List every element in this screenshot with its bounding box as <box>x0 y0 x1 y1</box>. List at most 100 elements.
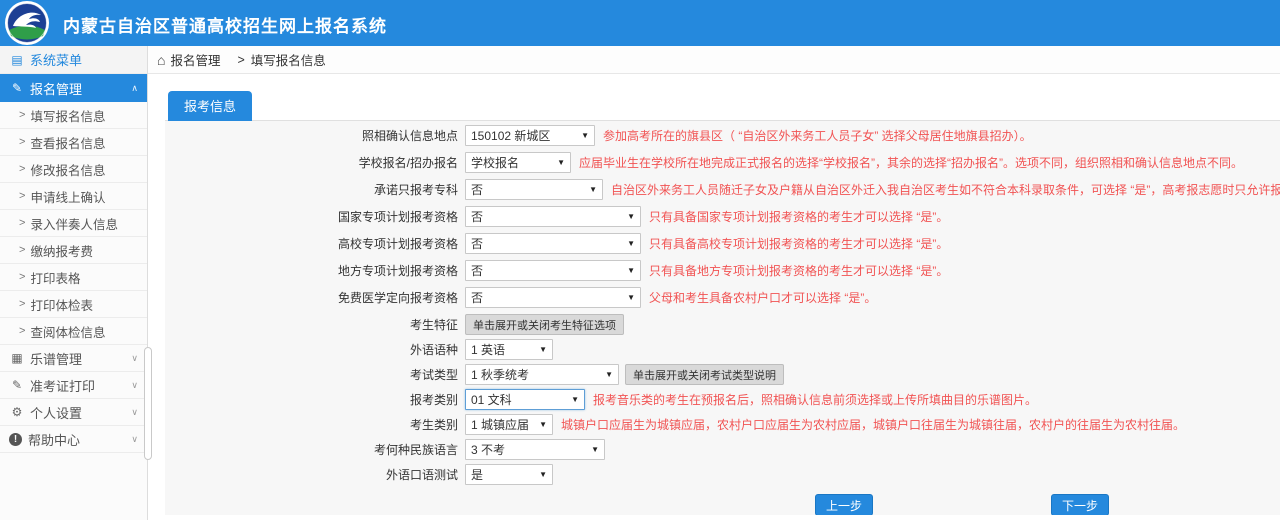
dropdown-arrow-icon: ▼ <box>533 470 547 479</box>
submenu-label: 修改报名信息 <box>30 160 105 179</box>
breadcrumb-root[interactable]: 报名管理 <box>170 50 220 69</box>
menu-title-label: 系统菜单 <box>30 50 82 69</box>
dropdown-arrow-icon: ▼ <box>583 185 597 194</box>
field-label: 学校报名/招办报名 <box>165 154 465 171</box>
free-medical-directed-select[interactable]: 否 ▼ <box>465 287 641 308</box>
sidebar-item-online-confirm[interactable]: > 申请线上确认 <box>0 183 147 210</box>
form-row: 考生类别 1 城镇应届 ▼ 城镇户口应届生为城镇应届，农村户口应届生为农村应届，… <box>165 414 1280 435</box>
oral-test-select[interactable]: 是 ▼ <box>465 464 553 485</box>
group-label: 个人设置 <box>30 403 82 422</box>
foreign-language-select[interactable]: 1 英语 ▼ <box>465 339 553 360</box>
sidebar-group-help-center[interactable]: ! 帮助中心 ∨ <box>0 426 147 453</box>
sidebar-item-view-physical-info[interactable]: > 查阅体检信息 <box>0 318 147 345</box>
field-label: 考生特征 <box>165 316 465 333</box>
field-label: 外语语种 <box>165 341 465 358</box>
form-row: 高校专项计划报考资格 否 ▼ 只有具备高校专项计划报考资格的考生才可以选择 “是… <box>165 233 1280 254</box>
field-label: 国家专项计划报考资格 <box>165 208 465 225</box>
submenu-label: 申请线上确认 <box>30 187 105 206</box>
junior-college-only-select[interactable]: 否 ▼ <box>465 179 603 200</box>
dropdown-arrow-icon: ▼ <box>621 212 635 221</box>
home-icon: ⌂ <box>157 52 165 68</box>
app-logo <box>5 1 49 45</box>
dropdown-arrow-icon: ▼ <box>599 370 613 379</box>
university-special-plan-select[interactable]: 否 ▼ <box>465 233 641 254</box>
sidebar-scrollbar[interactable] <box>144 347 152 460</box>
breadcrumb: ⌂ 报名管理 > 填写报名信息 <box>148 46 1280 74</box>
submenu-label: 录入伴奏人信息 <box>30 214 118 233</box>
dropdown-arrow-icon: ▼ <box>621 293 635 302</box>
dropdown-arrow-icon: ▼ <box>621 266 635 275</box>
field-hint: 应届毕业生在学校所在地完成正式报名的选择“学校报名”，其余的选择“招办报名”。选… <box>579 154 1243 171</box>
field-label: 考何种民族语言 <box>165 441 465 458</box>
sidebar-item-modify-registration[interactable]: > 修改报名信息 <box>0 156 147 183</box>
field-label: 外语口语测试 <box>165 466 465 483</box>
form-row: 外语口语测试 是 ▼ <box>165 464 1280 485</box>
form-row: 考生特征 单击展开或关闭考生特征选项 <box>165 314 1280 335</box>
sidebar-item-view-registration[interactable]: > 查看报名信息 <box>0 129 147 156</box>
help-icon: ! <box>9 433 22 446</box>
submenu-label: 查看报名信息 <box>30 133 105 152</box>
form-row: 承诺只报考专科 否 ▼ 自治区外来务工人员随迁子女及户籍从自治区外迁入我自治区考… <box>165 179 1280 200</box>
group-label: 帮助中心 <box>28 430 80 449</box>
sidebar-group-music-score[interactable]: ▦ 乐谱管理 ∨ <box>0 345 147 372</box>
dropdown-arrow-icon: ▼ <box>551 158 565 167</box>
field-label: 承诺只报考专科 <box>165 181 465 198</box>
sidebar-group-registration[interactable]: ✎ 报名管理 ∧ <box>0 74 147 102</box>
form-row: 照相确认信息地点 150102 新城区 ▼ 参加高考所在的旗县区（ “自治区外来… <box>165 125 1280 146</box>
next-step-button[interactable]: 下一步 <box>1051 494 1109 515</box>
submenu-label: 缴纳报考费 <box>30 241 93 260</box>
dropdown-arrow-icon: ▼ <box>565 395 579 404</box>
field-hint: 只有具备高校专项计划报考资格的考生才可以选择 “是”。 <box>649 235 948 252</box>
form-row: 学校报名/招办报名 学校报名 ▼ 应届毕业生在学校所在地完成正式报名的选择“学校… <box>165 152 1280 173</box>
field-hint: 父母和考生具备农村户口才可以选择 “是”。 <box>649 289 876 306</box>
gear-icon: ⚙ <box>9 405 25 419</box>
submenu-arrow-icon: > <box>19 190 25 202</box>
field-label: 免费医学定向报考资格 <box>165 289 465 306</box>
chevron-down-icon: ∨ <box>131 380 138 391</box>
sidebar-item-accompanist-info[interactable]: > 录入伴奏人信息 <box>0 210 147 237</box>
form-row: 免费医学定向报考资格 否 ▼ 父母和考生具备农村户口才可以选择 “是”。 <box>165 287 1280 308</box>
chevron-down-icon: ∨ <box>131 407 138 418</box>
tab-application-info[interactable]: 报考信息 <box>168 91 252 121</box>
dropdown-arrow-icon: ▼ <box>533 345 547 354</box>
submenu-label: 填写报名信息 <box>30 106 105 125</box>
edit-icon: ✎ <box>9 378 25 392</box>
submenu-arrow-icon: > <box>19 325 25 337</box>
candidate-features-toggle-button[interactable]: 单击展开或关闭考生特征选项 <box>465 314 624 335</box>
group-label: 乐谱管理 <box>30 349 82 368</box>
submenu-arrow-icon: > <box>19 271 25 283</box>
school-or-office-register-select[interactable]: 学校报名 ▼ <box>465 152 571 173</box>
app-header: 内蒙古自治区普通高校招生网上报名系统 <box>0 0 1280 46</box>
sidebar-item-print-physical-form[interactable]: > 打印体检表 <box>0 291 147 318</box>
sidebar-item-fill-registration[interactable]: > 填写报名信息 <box>0 102 147 129</box>
sidebar-group-personal-settings[interactable]: ⚙ 个人设置 ∨ <box>0 399 147 426</box>
application-category-select[interactable]: 01 文科 ▼ <box>465 389 585 410</box>
submenu-arrow-icon: > <box>19 136 25 148</box>
candidate-category-select[interactable]: 1 城镇应届 ▼ <box>465 414 553 435</box>
sidebar-group-admission-ticket[interactable]: ✎ 准考证打印 ∨ <box>0 372 147 399</box>
field-label: 地方专项计划报考资格 <box>165 262 465 279</box>
field-hint: 只有具备国家专项计划报考资格的考生才可以选择 “是”。 <box>649 208 948 225</box>
sidebar: ▤ 系统菜单 ✎ 报名管理 ∧ > 填写报名信息 > 查看报名信息 > 修改报名… <box>0 46 148 520</box>
dropdown-arrow-icon: ▼ <box>621 239 635 248</box>
submenu-arrow-icon: > <box>19 244 25 256</box>
photo-confirm-location-select[interactable]: 150102 新城区 ▼ <box>465 125 595 146</box>
sidebar-item-print-forms[interactable]: > 打印表格 <box>0 264 147 291</box>
submenu-label: 打印体检表 <box>30 295 93 314</box>
chevron-up-icon: ∧ <box>131 83 138 94</box>
field-hint: 参加高考所在的旗县区（ “自治区外来务工人员子女” 选择父母居住地旗县招办）。 <box>603 127 1032 144</box>
local-special-plan-select[interactable]: 否 ▼ <box>465 260 641 281</box>
submenu-label: 打印表格 <box>30 268 80 287</box>
ethnic-language-exam-select[interactable]: 3 不考 ▼ <box>465 439 605 460</box>
national-special-plan-select[interactable]: 否 ▼ <box>465 206 641 227</box>
field-hint: 城镇户口应届生为城镇应届，农村户口应届生为农村应届，城镇户口往届生为城镇往届，农… <box>561 416 1185 433</box>
exam-type-select[interactable]: 1 秋季统考 ▼ <box>465 364 619 385</box>
sidebar-item-pay-fee[interactable]: > 缴纳报考费 <box>0 237 147 264</box>
field-hint: 报考音乐类的考生在预报名后，照相确认信息前须选择或上传所填曲目的乐谱图片。 <box>593 391 1037 408</box>
previous-step-button[interactable]: 上一步 <box>815 494 873 515</box>
main-content: ⌂ 报名管理 > 填写报名信息 报考信息 照相确认信息地点 150102 新城区… <box>148 46 1280 520</box>
form-actions: 上一步 下一步 <box>165 494 1280 515</box>
form-panel: 照相确认信息地点 150102 新城区 ▼ 参加高考所在的旗县区（ “自治区外来… <box>165 120 1280 515</box>
breadcrumb-separator: > <box>237 53 244 67</box>
exam-type-help-button[interactable]: 单击展开或关闭考试类型说明 <box>625 364 784 385</box>
